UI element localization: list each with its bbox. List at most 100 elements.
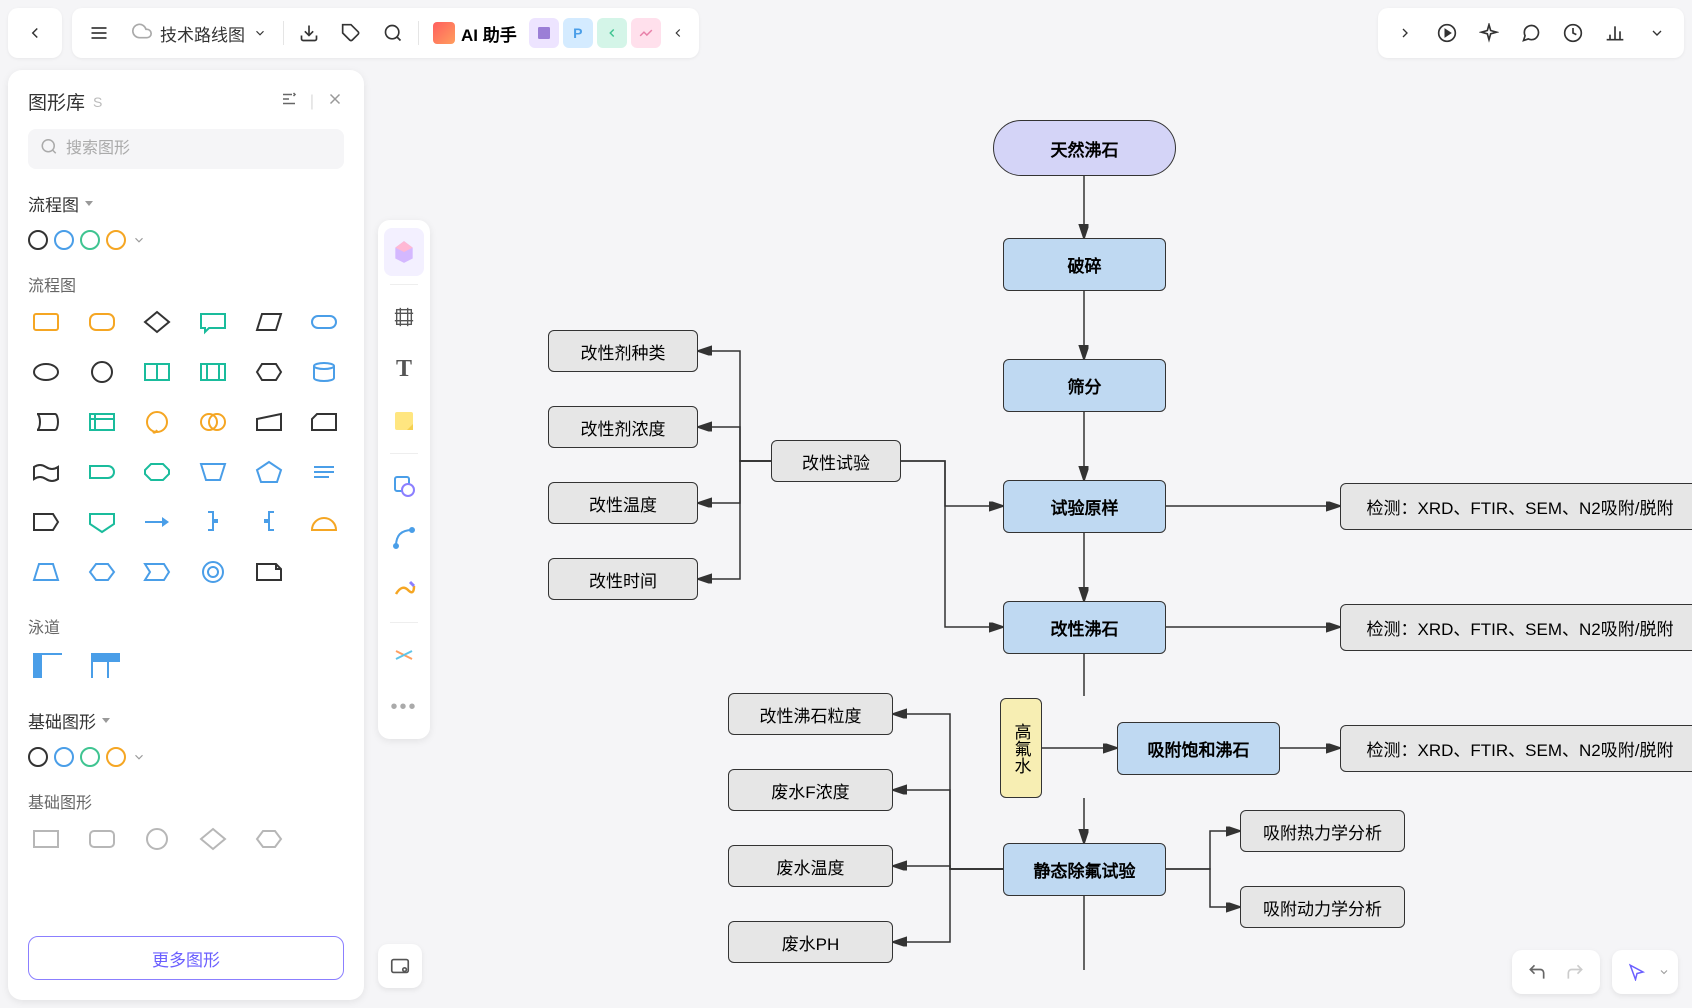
node-crush[interactable]: 破碎 xyxy=(1003,238,1166,291)
shape-basic-rect[interactable] xyxy=(28,823,64,855)
doc-title-dropdown[interactable]: 技术路线图 xyxy=(120,21,279,46)
shape-stadium[interactable] xyxy=(84,456,120,488)
tool-more[interactable]: ••• xyxy=(384,683,424,731)
shape-circle[interactable] xyxy=(84,356,120,388)
shape-bracket-r[interactable] xyxy=(195,506,231,538)
tool-frame[interactable] xyxy=(384,293,424,341)
tag-button[interactable] xyxy=(330,12,372,54)
export-button[interactable] xyxy=(288,12,330,54)
ai-image-tool[interactable] xyxy=(529,18,559,48)
section-basic[interactable]: 基础图形 xyxy=(28,698,344,741)
shape-display[interactable] xyxy=(28,406,64,438)
shape-swimlane-v[interactable] xyxy=(86,648,124,682)
shape-callout[interactable] xyxy=(195,306,231,338)
shape-semicircle[interactable] xyxy=(306,506,342,538)
tool-shape[interactable] xyxy=(384,462,424,510)
tool-theme[interactable] xyxy=(384,228,424,276)
ai-expand-button[interactable] xyxy=(663,12,693,54)
close-panel-icon[interactable] xyxy=(326,90,344,113)
ai-p-tool[interactable]: P xyxy=(563,18,593,48)
node-mod-test[interactable]: 改性试验 xyxy=(771,440,901,482)
panel-toggle-button[interactable] xyxy=(378,944,422,988)
filter-icon[interactable] xyxy=(280,90,298,113)
shape-trapezoid-inv[interactable] xyxy=(195,456,231,488)
shape-search-input[interactable] xyxy=(28,129,344,169)
shape-wave-rect[interactable] xyxy=(28,456,64,488)
play-button[interactable] xyxy=(1426,12,1468,54)
node-sieve[interactable]: 筛分 xyxy=(1003,359,1166,412)
shape-pentagon2[interactable] xyxy=(28,506,64,538)
more-shapes-button[interactable]: 更多图形 xyxy=(28,936,344,980)
node-particle[interactable]: 改性沸石粒度 xyxy=(728,693,893,735)
node-start[interactable]: 天然沸石 xyxy=(993,120,1176,176)
node-saturated[interactable]: 吸附饱和沸石 xyxy=(1117,722,1280,775)
chevron-down-icon[interactable] xyxy=(132,233,146,247)
history-button[interactable] xyxy=(1552,12,1594,54)
color-blue[interactable] xyxy=(54,230,74,250)
node-detect1[interactable]: 检测：XRD、FTIR、SEM、N2吸附/脱附 xyxy=(1340,483,1692,530)
comment-button[interactable] xyxy=(1510,12,1552,54)
section-flowchart[interactable]: 流程图 xyxy=(28,181,344,224)
nav-next-button[interactable] xyxy=(1384,12,1426,54)
shape-double-circle[interactable] xyxy=(195,406,231,438)
menu-button[interactable] xyxy=(78,12,120,54)
node-kinetic[interactable]: 吸附动力学分析 xyxy=(1240,886,1405,928)
shape-chevron[interactable] xyxy=(139,556,175,588)
more-button[interactable] xyxy=(1636,12,1678,54)
color-palette-row2[interactable] xyxy=(28,741,344,779)
shape-terminator[interactable] xyxy=(306,306,342,338)
node-mod-type[interactable]: 改性剂种类 xyxy=(548,330,698,372)
canvas[interactable]: 天然沸石 破碎 筛分 试验原样 改性沸石 吸附饱和沸石 静态除氟试验 改性试验 … xyxy=(440,70,1692,1008)
tool-sticky[interactable] xyxy=(384,397,424,445)
shape-basic-hex[interactable] xyxy=(251,823,287,855)
shape-hexagon[interactable] xyxy=(251,356,287,388)
shape-manual-input[interactable] xyxy=(251,406,287,438)
shape-diamond[interactable] xyxy=(139,306,175,338)
shape-basic-diamond[interactable] xyxy=(195,823,231,855)
shape-trapezoid[interactable] xyxy=(28,556,64,588)
shape-pentagon[interactable] xyxy=(251,456,287,488)
ai-flow-tool[interactable] xyxy=(631,18,661,48)
shape-cylinder[interactable] xyxy=(306,356,342,388)
back-button[interactable] xyxy=(14,12,56,54)
shape-parallelogram[interactable] xyxy=(251,306,287,338)
node-mod-time[interactable]: 改性时间 xyxy=(548,558,698,600)
color-palette-row[interactable] xyxy=(28,224,344,262)
effects-button[interactable] xyxy=(1468,12,1510,54)
node-detect3[interactable]: 检测：XRD、FTIR、SEM、N2吸附/脱附 xyxy=(1340,725,1692,772)
shape-swimlane-h[interactable] xyxy=(28,648,66,682)
shape-folded[interactable] xyxy=(251,556,287,588)
tool-text[interactable]: T xyxy=(384,345,424,393)
shape-hex2[interactable] xyxy=(84,556,120,588)
shape-annotation[interactable] xyxy=(306,456,342,488)
shape-bracket-l[interactable] xyxy=(251,506,287,538)
node-hfwater[interactable]: 高氟水 xyxy=(1000,698,1042,798)
tool-pen[interactable] xyxy=(384,566,424,614)
node-f-conc[interactable]: 废水F浓度 xyxy=(728,769,893,811)
shape-ellipse[interactable] xyxy=(28,356,64,388)
node-static[interactable]: 静态除氟试验 xyxy=(1003,843,1166,896)
tool-connector[interactable] xyxy=(384,514,424,562)
shape-card[interactable] xyxy=(306,406,342,438)
ai-share-tool[interactable] xyxy=(597,18,627,48)
search-button[interactable] xyxy=(372,12,414,54)
node-detect2[interactable]: 检测：XRD、FTIR、SEM、N2吸附/脱附 xyxy=(1340,604,1692,651)
shape-rectangle[interactable] xyxy=(28,306,64,338)
node-modified[interactable]: 改性沸石 xyxy=(1003,601,1166,654)
shape-shield[interactable] xyxy=(84,506,120,538)
shape-double-circle2[interactable] xyxy=(195,556,231,588)
tool-swap[interactable] xyxy=(384,631,424,679)
color-orange[interactable] xyxy=(106,230,126,250)
color-green[interactable] xyxy=(80,230,100,250)
node-w-temp[interactable]: 废水温度 xyxy=(728,845,893,887)
node-w-ph[interactable]: 废水PH xyxy=(728,921,893,963)
shape-basic-circle[interactable] xyxy=(139,823,175,855)
node-thermo[interactable]: 吸附热力学分析 xyxy=(1240,810,1405,852)
shape-loop[interactable] xyxy=(139,406,175,438)
color-black[interactable] xyxy=(28,230,48,250)
node-mod-conc[interactable]: 改性剂浓度 xyxy=(548,406,698,448)
shape-rounded-rect[interactable] xyxy=(84,306,120,338)
shape-triple-rect[interactable] xyxy=(195,356,231,388)
shape-basic-rrect[interactable] xyxy=(84,823,120,855)
node-sample[interactable]: 试验原样 xyxy=(1003,480,1166,533)
